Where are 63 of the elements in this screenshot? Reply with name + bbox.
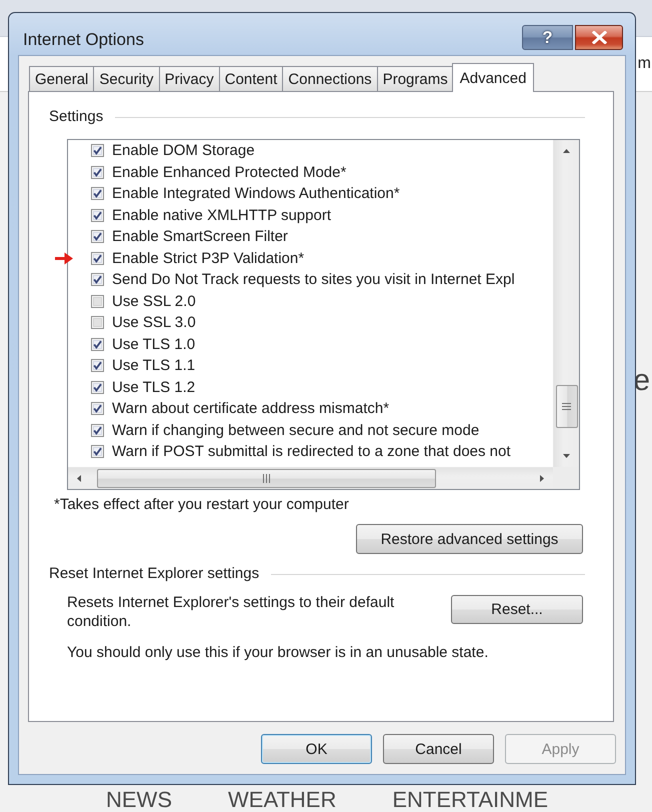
scrollbar-thumb[interactable]	[556, 385, 578, 428]
setting-label: Enable Integrated Windows Authentication*	[112, 185, 400, 202]
checkbox[interactable]	[91, 273, 104, 286]
checkbox[interactable]	[91, 166, 104, 179]
setting-label: Use TLS 1.0	[112, 336, 196, 353]
checkbox[interactable]	[91, 445, 104, 458]
checkbox[interactable]	[91, 359, 104, 372]
setting-label: Use TLS 1.2	[112, 378, 196, 396]
setting-label: Use SSL 2.0	[112, 292, 196, 310]
nav-link[interactable]: ENTERTAINME	[392, 788, 548, 812]
grip-icon	[263, 474, 270, 483]
tab[interactable]: Advanced	[452, 63, 534, 92]
scrollbar-thumb[interactable]	[97, 469, 436, 488]
tab[interactable]: Programs	[376, 66, 454, 91]
tab[interactable]: Connections	[282, 66, 378, 91]
nav-link[interactable]: WEATHER	[228, 788, 336, 812]
checkbox[interactable]	[91, 252, 104, 265]
checkbox[interactable]	[91, 424, 104, 437]
tab[interactable]: General	[29, 66, 94, 91]
checkbox[interactable]	[91, 316, 104, 330]
setting-label: Warn if changing between secure and not secure mode	[112, 422, 480, 439]
section-heading: Reset Internet Explorer settings	[49, 564, 260, 584]
setting-label: Enable native XMLHTTP support	[112, 206, 332, 224]
setting-label: Warn about certificate address mismatch*	[112, 400, 390, 418]
tab[interactable]: Privacy	[158, 66, 220, 91]
checkbox[interactable]	[91, 294, 104, 308]
setting-label: Use TLS 1.1	[112, 357, 196, 374]
grip-icon	[562, 403, 571, 410]
close-icon	[592, 31, 606, 44]
page-text-fragment: m	[638, 54, 651, 74]
scroll-up-arrow-icon[interactable]	[563, 149, 570, 153]
checkbox[interactable]	[91, 187, 104, 200]
reset-button[interactable]: Reset...	[451, 595, 583, 624]
scroll-right-arrow-icon[interactable]	[540, 475, 544, 482]
section-heading: Settings	[49, 107, 104, 127]
setting-label: Enable SmartScreen Filter	[112, 228, 288, 246]
dialog-button[interactable]: Cancel	[383, 734, 494, 764]
scroll-left-arrow-icon[interactable]	[77, 475, 81, 482]
footnote-text: *Takes effect after you restart your computer	[53, 495, 350, 515]
checkbox[interactable]	[91, 230, 104, 244]
tab[interactable]: Security	[93, 66, 160, 91]
restore-button[interactable]: Restore advanced settings	[356, 524, 583, 554]
checkbox[interactable]	[91, 338, 104, 351]
close-button[interactable]	[575, 25, 623, 50]
scroll-down-arrow-icon[interactable]	[563, 454, 570, 458]
warning-text: You should only use this if your browser is in an unusable state.	[66, 643, 490, 663]
description-text: Resets Internet Explorer's settings to their default condition.	[67, 593, 396, 631]
setting-label: Enable Strict P3P Validation*	[112, 250, 304, 267]
tab[interactable]: Content	[218, 66, 284, 91]
checkbox[interactable]	[91, 380, 104, 394]
setting-label: Send Do Not Track requests to sites you visit in Internet Expl	[112, 271, 515, 288]
setting-label: Use SSL 3.0	[112, 314, 196, 332]
setting-label: Enable DOM Storage	[112, 142, 255, 160]
dialog-button[interactable]: OK	[261, 734, 372, 764]
horizontal-scrollbar[interactable]	[68, 467, 553, 489]
setting-label: Warn if POST submittal is redirected to a zone that does not	[112, 443, 511, 460]
checkbox[interactable]	[91, 144, 104, 158]
window-title: Internet Options	[22, 29, 145, 50]
checkbox[interactable]	[91, 402, 104, 416]
nav-link[interactable]: NEWS	[106, 788, 172, 812]
setting-label: Enable Enhanced Protected Mode*	[112, 164, 346, 181]
vertical-scrollbar[interactable]	[553, 140, 579, 467]
checkbox[interactable]	[91, 208, 104, 222]
